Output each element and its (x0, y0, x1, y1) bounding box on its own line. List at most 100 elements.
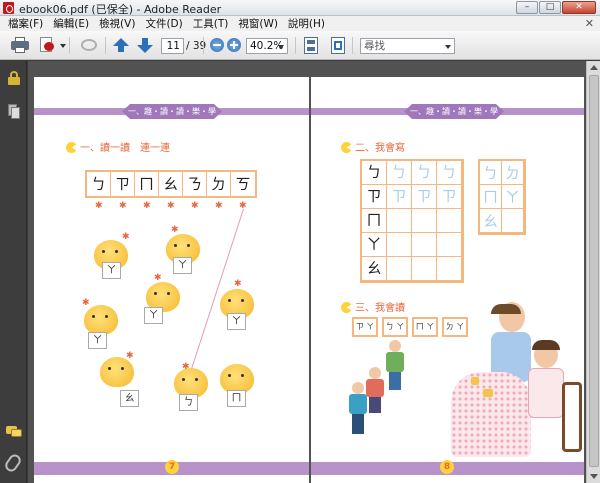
scroll-down-icon[interactable] (590, 474, 598, 479)
page-number: 8 (440, 460, 454, 474)
scroll-up-icon[interactable] (590, 65, 598, 70)
page-down-icon[interactable] (137, 37, 153, 54)
symbol-cell: ㄋ (183, 172, 207, 196)
maximize-button[interactable]: □ (539, 1, 561, 14)
lock-icon[interactable] (8, 71, 20, 85)
star-dot: ✱ (82, 298, 90, 308)
grid-cell (437, 233, 462, 257)
symbol-cell: ㄉ (207, 172, 231, 196)
document-area[interactable]: 一、趣・讀・讀・樂・學 一、讀一讀 連一連 ㄅ ㄗ ㄇ ㄠ ㄋ ㄉ ㄎ ✱ ✱ … (28, 61, 600, 483)
share-icon[interactable] (79, 37, 99, 54)
symbol-cell: ㄅ (87, 172, 111, 196)
menu-tools[interactable]: 工具(T) (188, 16, 234, 31)
attachment-icon[interactable] (2, 452, 24, 474)
fit-page-icon[interactable] (304, 37, 318, 54)
menu-file[interactable]: 檔案(F) (3, 16, 48, 31)
star-dot: ✱ (215, 201, 223, 211)
menu-document[interactable]: 文件(D) (140, 16, 187, 31)
printer-icon[interactable] (11, 37, 29, 54)
scroll-thumb[interactable] (589, 75, 599, 467)
symbol-cell: ㄗ (111, 172, 135, 196)
writing-grid: ㄅ ㄅ ㄅ ㄅ ㄗ ㄗ ㄗ ㄗ ㄇ ㄚ ㄠ (360, 159, 464, 283)
zoom-out-icon[interactable] (210, 38, 224, 52)
grid-cell (437, 209, 462, 233)
menu-window[interactable]: 視窗(W) (233, 16, 283, 31)
create-pdf-icon[interactable] (38, 37, 56, 54)
table-with-cups (471, 377, 501, 399)
page-number-input[interactable]: 11 (161, 38, 184, 54)
adobe-reader-icon (3, 2, 14, 14)
page-header: 一、趣・讀・讀・樂・學 (404, 104, 504, 119)
chick-card: ㄅ (179, 394, 198, 411)
toolbar-separator (295, 37, 296, 54)
title-bar: ebook06.pdf (已保全) - Adobe Reader – □ ✕ (0, 0, 600, 16)
grid-cell (437, 257, 462, 281)
grid-cell: ㄅ (412, 161, 437, 185)
window-title: ebook06.pdf (已保全) - Adobe Reader (19, 3, 222, 16)
symbol-cell: ㄎ (235, 175, 251, 193)
pages-icon[interactable] (8, 104, 20, 119)
navigation-panel (0, 61, 27, 483)
grid-cell: ㄇ (480, 185, 502, 209)
grid-cell (387, 233, 412, 257)
menu-bar: 檔案(F) 編輯(E) 檢視(V) 文件(D) 工具(T) 視窗(W) 說明(H… (0, 16, 600, 31)
chick (100, 357, 134, 387)
grid-cell: ㄅ (480, 161, 502, 185)
star-dot: ✱ (191, 201, 199, 211)
child-illustration (366, 367, 384, 419)
symbol-cell: ㄠ (159, 172, 183, 196)
chick-card: ㄇ (227, 390, 246, 407)
read-word: ㄇ ㄚ (412, 317, 438, 337)
grid-cell: ㄅ (387, 161, 412, 185)
comment-icon[interactable] (6, 425, 22, 439)
star-dot: ✱ (154, 273, 162, 283)
page-header: 一、趣・讀・讀・樂・學 (122, 104, 222, 119)
zoom-level-select[interactable]: 40.2% (246, 38, 288, 54)
grandmother-illustration (526, 340, 584, 462)
star-dot: ✱ (122, 232, 130, 242)
pacman-icon (341, 302, 352, 313)
grid-cell: ㄅ (437, 161, 462, 185)
star-dot: ✱ (95, 201, 103, 211)
menu-help[interactable]: 說明(H) (283, 16, 330, 31)
menu-edit[interactable]: 編輯(E) (48, 16, 94, 31)
grid-cell: ㄚ (502, 185, 524, 209)
close-button[interactable]: ✕ (562, 1, 596, 14)
create-pdf-dropdown-icon[interactable] (60, 44, 66, 48)
chick-card: ㄚ (144, 307, 163, 324)
grid-cell: ㄠ (480, 209, 502, 233)
section-title: 三、我會讀 (341, 299, 405, 314)
minimize-button[interactable]: – (516, 1, 538, 14)
star-dot: ✱ (234, 279, 242, 289)
pacman-icon (341, 142, 352, 153)
section-title: 二、我會寫 (341, 139, 405, 154)
page-number: 7 (165, 460, 179, 474)
star-dot: ✱ (171, 225, 179, 235)
toolbar: 11 / 39 40.2% 尋找 (0, 31, 600, 60)
section-title: 一、讀一讀 連一連 (66, 139, 170, 154)
grid-cell: ㄇ (362, 209, 387, 233)
zoom-in-icon[interactable] (227, 38, 241, 52)
page-left: 一、趣・讀・讀・樂・學 一、讀一讀 連一連 ㄅ ㄗ ㄇ ㄠ ㄋ ㄉ ㄎ ✱ ✱ … (34, 77, 309, 483)
star-dot: ✱ (119, 201, 127, 211)
grid-cell (412, 257, 437, 281)
grid-cell: ㄗ (437, 185, 462, 209)
chick-card: ㄚ (227, 313, 246, 330)
grid-cell: ㄗ (387, 185, 412, 209)
grid-cell (412, 209, 437, 233)
full-screen-icon[interactable] (331, 37, 345, 54)
symbol-cell: ㄇ (135, 172, 159, 196)
toolbar-separator (203, 37, 204, 54)
chick (84, 305, 118, 335)
chick-card: ㄚ (102, 262, 121, 279)
star-dot: ✱ (126, 351, 134, 361)
toolbar-separator (352, 37, 353, 54)
menu-view[interactable]: 檢視(V) (94, 16, 140, 31)
grid-cell: ㄠ (362, 257, 387, 281)
page-up-icon[interactable] (113, 37, 129, 54)
grid-cell (412, 233, 437, 257)
search-input[interactable]: 尋找 (360, 38, 455, 54)
close-document-button[interactable]: ✕ (585, 17, 594, 30)
vertical-scrollbar[interactable] (586, 61, 600, 483)
star-dot: ✱ (182, 362, 190, 372)
